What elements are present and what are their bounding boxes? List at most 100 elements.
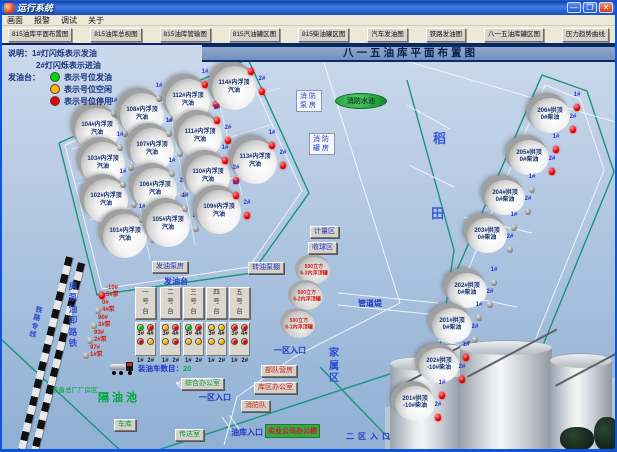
indicator-label: 2# — [503, 234, 517, 240]
toolbar-button-2[interactable]: 815油库总视图 — [90, 28, 141, 42]
indicator-2: 2# — [276, 150, 290, 174]
indicator-1: 1# — [507, 212, 521, 236]
indicator-label: 2# — [229, 165, 243, 171]
depot-entrance: 油库入口 — [231, 427, 263, 438]
menu-item-1[interactable]: 画面 — [7, 15, 23, 26]
indicator-lamp-icon — [435, 414, 441, 421]
toolbar: 815油库平面布置图 815油库总视图 815油库管输图 815汽油罐区图 815柴油罐… — [2, 26, 615, 45]
tank-label: 202#拱顶0#柴油 — [447, 283, 487, 298]
indicator-lamp-icon — [463, 354, 469, 361]
toolbar-button-7[interactable]: 铁路发油图 — [426, 28, 467, 42]
tank-label: 111#内浮顶汽油 — [178, 129, 222, 144]
menu-item-2[interactable]: 报警 — [34, 15, 50, 26]
indicator-lamp-icon — [280, 162, 286, 169]
indicator-lamp-icon — [244, 212, 250, 219]
platform-lamp-yellow — [208, 338, 215, 345]
gas-tank-114[interactable]: 114#内浮顶汽油1#2# — [212, 66, 256, 110]
diesel-tank-202--10柴油[interactable]: 202#拱顶-10#柴油1#2# — [419, 348, 459, 383]
tank-shape: 204#拱顶0#柴油 — [485, 180, 525, 215]
diesel-tank-205-0柴油[interactable]: 205#拱顶0#柴油1#2# — [509, 140, 549, 175]
platform-lamp-green — [137, 324, 144, 331]
indicator-lamp-icon — [491, 279, 497, 286]
indicator-label: 2# — [455, 364, 469, 370]
indicator-label: 2# — [221, 125, 235, 131]
pump-label: 90# 3#泵 — [98, 315, 111, 329]
platform-lamp-red — [195, 324, 202, 331]
platform-lamp-red — [231, 338, 238, 345]
pump-label: 97# 1#泵 — [90, 345, 103, 359]
toolbar-button-5[interactable]: 815柴油罐区图 — [298, 28, 349, 42]
tank-label: 101#内浮顶汽油 — [103, 228, 147, 243]
indicator-lamp-icon — [120, 181, 126, 188]
indicator-lamp-icon — [570, 126, 576, 133]
zone1-entrance-lower: 一区入口 — [199, 392, 231, 403]
toolbar-button-9[interactable]: 压力趋势曲线 — [562, 28, 609, 42]
gas-tank-105[interactable]: 105#内浮顶汽油1#2# — [146, 203, 190, 247]
tank-label: 203#拱顶0#柴油 — [467, 228, 507, 243]
indicator-label: 1# — [229, 180, 243, 186]
platform-lamps-5: 3#4# — [229, 322, 250, 356]
plant-layout-canvas: 八一五油库平面布置图 说明：1#灯闪烁表示发油 2#灯闪烁表示进油 发油台：表示… — [2, 45, 617, 452]
toolbar-button-6[interactable]: 汽车发油图 — [367, 28, 408, 42]
trees — [594, 417, 617, 451]
indicator-label: 2# — [521, 196, 535, 202]
legend-item-text: 表示号位停用 — [64, 96, 112, 107]
platform-lamp-yellow — [208, 324, 215, 331]
small-tank-6-2内浮顶罐[interactable]: 500立方6-2内浮顶罐 — [291, 283, 323, 310]
indicator-1: 1# — [472, 302, 486, 326]
canvas-title-text: 八一五油库平面布置图 — [343, 47, 478, 59]
indicator-lamp-icon — [233, 192, 239, 199]
toolbar-button-3[interactable]: 815油库管输图 — [160, 28, 211, 42]
close-button[interactable]: ✕ — [599, 2, 613, 13]
rice-field-char-1: 稻 — [433, 128, 446, 147]
minimize-button[interactable]: — — [567, 2, 581, 13]
indicator-label: 2# — [483, 289, 497, 295]
platform-lamp-red — [137, 338, 144, 345]
platform-lamps-1: 3#4# — [135, 322, 156, 356]
indicator-label: 1# — [570, 92, 584, 98]
toolbar-button-8[interactable]: 八一五油库罐区图 — [484, 28, 544, 42]
tank-shape: 202#拱顶-10#柴油 — [419, 348, 459, 383]
indicator-label: 2# — [240, 200, 254, 206]
diesel-tank-204-0柴油[interactable]: 204#拱顶0#柴油1#2# — [485, 180, 525, 215]
indicator-lamp-icon — [248, 68, 254, 75]
gas-tank-111[interactable]: 111#内浮顶汽油1#2# — [178, 115, 222, 159]
metering-area: 计量区 — [310, 226, 339, 238]
diesel-tank-203-0柴油[interactable]: 203#拱顶0#柴油1#2# — [467, 218, 507, 253]
platform-lamp-red — [172, 338, 179, 345]
app-icon — [4, 3, 14, 13]
toolbar-button-4[interactable]: 815汽油罐区图 — [229, 28, 280, 42]
indicator-lamp-icon — [139, 216, 145, 223]
maximize-button[interactable]: ❐ — [583, 2, 597, 13]
menu-item-4[interactable]: 关于 — [88, 15, 104, 26]
legend-item-text: 表示号位发油 — [64, 72, 112, 83]
tank-label: 205#拱顶0#柴油 — [509, 150, 549, 165]
fire-pump-house: 消防 泵房 — [296, 90, 322, 112]
gas-tank-101[interactable]: 101#内浮顶汽油1#2# — [103, 214, 147, 258]
pump-lamp-icon — [95, 307, 101, 314]
indicator-2: 2# — [455, 364, 469, 388]
tank-shape: 205#拱顶0#柴油 — [509, 140, 549, 175]
diesel-tank-201-0柴油[interactable]: 201#拱顶0#柴油1#2# — [432, 308, 472, 343]
rail-pump-4泵: 0# 4#泵 — [95, 300, 115, 314]
diesel-tank-201--10柴油[interactable]: 201#拱顶-10#柴油1#2# — [395, 386, 435, 421]
small-tank-6-1内浮顶罐[interactable]: 500立方6-1内浮顶罐 — [283, 311, 315, 338]
gas-tank-109[interactable]: 109#内浮顶汽油1#2# — [197, 190, 241, 234]
trees — [560, 427, 594, 451]
indicator-lamp-icon — [166, 130, 172, 137]
indicator-label: 1# — [435, 380, 449, 386]
photo-storage-tank-center — [460, 347, 552, 450]
menu-item-3[interactable]: 调试 — [61, 15, 77, 26]
indicator-1: 1# — [459, 342, 473, 366]
tank-label: 110#内浮顶汽油 — [186, 169, 230, 184]
indicator-2: 2# — [521, 196, 535, 220]
diesel-tank-206-0柴油[interactable]: 206#拱顶0#柴油1#2# — [530, 98, 570, 133]
platform-lamp-red — [231, 324, 238, 331]
small-tank-6-3内浮顶罐[interactable]: 500立方6-3内浮顶罐 — [298, 257, 330, 284]
toolbar-button-1[interactable]: 815油库平面布置图 — [8, 28, 72, 42]
canvas-title: 八一五油库平面布置图 — [202, 45, 617, 62]
legend-item-text: 表示号位空闲 — [64, 84, 112, 95]
indicator-label: 1# — [210, 105, 224, 111]
platform-lamp-green — [185, 324, 192, 331]
indicator-label: 2# — [255, 76, 269, 82]
